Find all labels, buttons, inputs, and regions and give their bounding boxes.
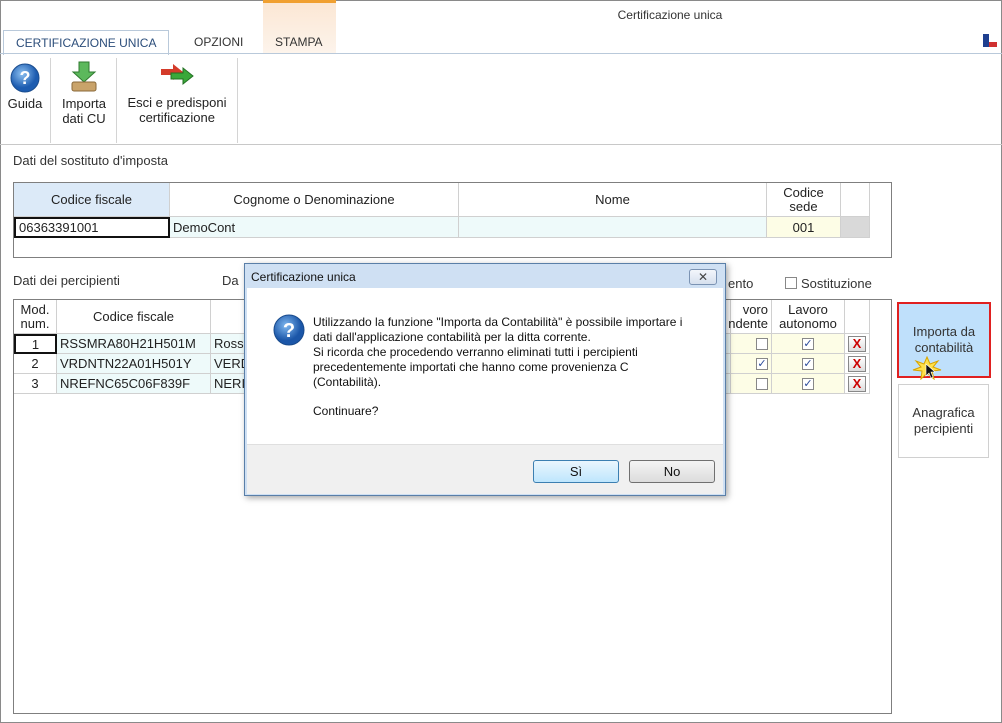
header-cognome: Cognome o Denominazione <box>170 183 459 217</box>
svg-text:?: ? <box>20 68 31 88</box>
row-codice-fiscale[interactable]: VRDNTN22A01H501Y <box>57 354 211 374</box>
esci-label-2: certificazione <box>139 110 215 125</box>
header-aut-1: Lavoro <box>788 301 828 317</box>
header-nome: Nome <box>459 183 767 217</box>
tab-stampa[interactable]: STAMPA <box>263 30 335 54</box>
row-num[interactable]: 2 <box>14 354 57 374</box>
ribbon-separator <box>237 58 238 143</box>
autonomo-checkbox[interactable]: ✓ <box>802 377 814 390</box>
esci-predisponi-button[interactable]: Esci e predisponi certificazione <box>121 60 233 125</box>
header-dip-1: voro <box>742 301 768 317</box>
row-num[interactable]: 3 <box>14 374 57 394</box>
tab-certificazione-unica[interactable]: CERTIFICAZIONE UNICA <box>3 30 170 55</box>
delete-row-button[interactable]: X <box>848 375 866 392</box>
sostituzione-label: Sostituzione <box>801 276 872 291</box>
header-codice-sede-2: sede <box>789 198 818 214</box>
dialog-message: Utilizzando la funzione "Importa da Cont… <box>313 315 703 419</box>
svg-text:?: ? <box>283 320 295 342</box>
ribbon-separator <box>116 58 117 143</box>
dialog-line: Si ricorda che procedendo verranno elimi… <box>313 345 638 359</box>
header-codice-sede-1: Codice <box>783 184 824 200</box>
header-aut-2: autonomo <box>779 315 837 331</box>
importa-dati-cu-button[interactable]: Importa dati CU <box>55 60 113 126</box>
dipendente-checkbox[interactable]: ✓ <box>756 357 768 370</box>
row-num[interactable]: 1 <box>14 334 57 354</box>
import-download-icon <box>70 60 98 92</box>
no-button[interactable]: No <box>629 460 715 483</box>
nome-field[interactable] <box>459 217 767 238</box>
delete-row-button[interactable]: X <box>848 355 866 372</box>
header-mod-2: num. <box>20 315 50 331</box>
anagrafica-label-2: percipienti <box>913 421 974 436</box>
exit-arrows-icon <box>159 63 195 89</box>
yes-button[interactable]: Sì <box>533 460 619 483</box>
dialog-line: precedentemente importati che hanno come… <box>313 360 629 374</box>
row-autonomo-cell: ✓ <box>772 354 845 374</box>
header-empty <box>841 183 870 217</box>
sostituto-grid: Codice fiscale Cognome o Denominazione N… <box>13 182 892 258</box>
header-codice-sede: Codice sede <box>767 183 841 217</box>
click-burst-cursor-icon <box>912 355 942 381</box>
row-dipendente-cell: ✓ <box>731 354 772 374</box>
header-codice-fiscale: Codice fiscale <box>14 183 170 217</box>
guida-button[interactable]: ? Guida <box>3 60 47 111</box>
row-dipendente-cell <box>731 374 772 394</box>
esci-label-1: Esci e predisponi <box>127 95 227 110</box>
dipendente-checkbox[interactable] <box>756 337 768 350</box>
row-codice-fiscale[interactable]: NREFNC65C06F839F <box>57 374 211 394</box>
anagrafica-percipienti-button[interactable]: Anagrafica percipienti <box>898 384 989 458</box>
codice-sede-field[interactable]: 001 <box>767 217 841 238</box>
row-end-cell <box>841 217 870 238</box>
sostituto-section-label: Dati del sostituto d'imposta <box>13 153 168 168</box>
dialog-line: dati dall'applicazione contabilità per l… <box>313 330 591 344</box>
row-delete-cell: X <box>845 334 870 354</box>
importa-contabilita-label-1: Importa da <box>912 324 976 339</box>
header-mod-num: Mod. num. <box>14 300 57 334</box>
tab-opzioni[interactable]: OPZIONI <box>182 30 255 54</box>
header-delete <box>845 300 870 334</box>
row-dipendente-cell <box>731 334 772 354</box>
dialog-title: Certificazione unica <box>251 270 356 284</box>
dipendente-checkbox[interactable] <box>756 377 768 390</box>
dialog-body: ? Utilizzando la funzione "Importa da Co… <box>247 288 723 494</box>
autonomo-checkbox[interactable]: ✓ <box>802 357 814 370</box>
cognome-field[interactable]: DemoCont <box>170 217 459 238</box>
row-delete-cell: X <box>845 354 870 374</box>
header-lavoro-dipendente: voro ndente <box>728 300 772 334</box>
percipienti-label-ento: ento <box>728 276 754 291</box>
row-autonomo-cell: ✓ <box>772 334 845 354</box>
window-title: Certificazione unica <box>617 8 723 22</box>
dialog-question: Continuare? <box>313 404 379 418</box>
importa-contabilita-label-2: contabilità <box>914 340 974 355</box>
ribbon-separator <box>50 58 51 143</box>
row-autonomo-cell: ✓ <box>772 374 845 394</box>
importa-label-1: Importa <box>61 96 107 111</box>
percipienti-label-da: Da <box>222 273 239 288</box>
codice-fiscale-field[interactable]: 06363391001 <box>14 217 170 238</box>
guida-label: Guida <box>7 96 43 111</box>
app-logo-icon <box>982 33 998 48</box>
dialog-footer: Sì No <box>247 444 723 494</box>
question-icon: ? <box>273 314 305 346</box>
confirm-dialog: Certificazione unica ✕ ? Utilizzando la … <box>244 263 726 496</box>
header-percipiente-codice-fiscale: Codice fiscale <box>57 300 211 334</box>
autonomo-checkbox[interactable]: ✓ <box>802 337 814 350</box>
dialog-close-button[interactable]: ✕ <box>689 269 717 285</box>
sostituzione-checkbox[interactable] <box>785 277 797 289</box>
dialog-line: Utilizzando la funzione "Importa da Cont… <box>313 315 683 329</box>
row-delete-cell: X <box>845 374 870 394</box>
header-mod-1: Mod. <box>20 301 50 317</box>
anagrafica-label-1: Anagrafica <box>912 405 975 420</box>
help-icon: ? <box>10 63 40 93</box>
row-codice-fiscale[interactable]: RSSMRA80H21H501M <box>57 334 211 354</box>
ribbon-divider <box>0 53 1002 54</box>
header-lavoro-autonomo: Lavoro autonomo <box>772 300 845 334</box>
header-dip-2: ndente <box>728 315 768 331</box>
ribbon-bottom-border <box>0 144 1002 145</box>
percipienti-section-label: Dati dei percipienti <box>13 273 120 288</box>
importa-label-2: dati CU <box>62 111 106 126</box>
delete-row-button[interactable]: X <box>848 335 866 352</box>
dialog-line: (Contabilità). <box>313 375 382 389</box>
